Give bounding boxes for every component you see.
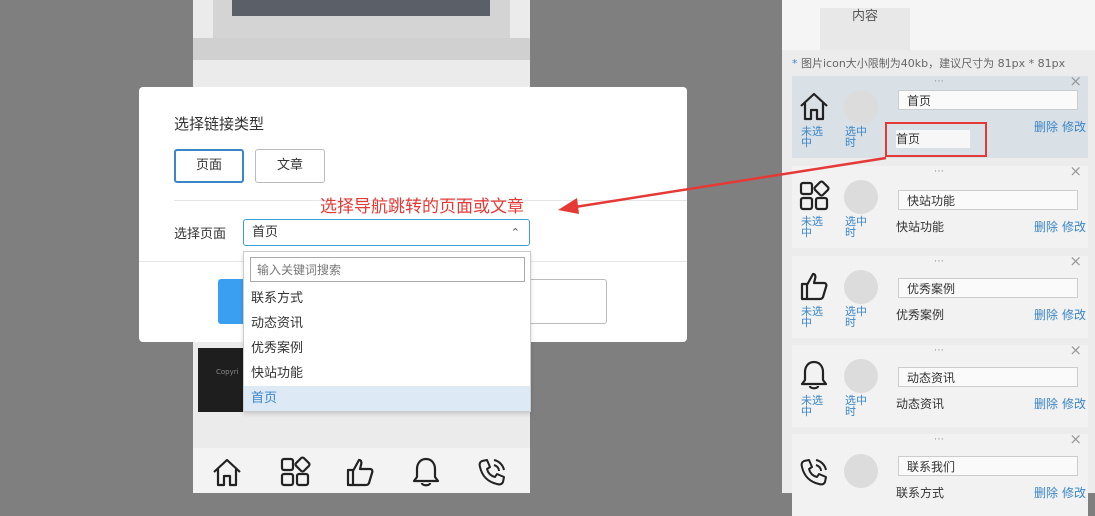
phone-icon (478, 459, 505, 486)
dropdown-option[interactable]: 快站功能 (244, 361, 530, 386)
dropdown-option[interactable]: 动态资讯 (244, 311, 530, 336)
delete-link[interactable]: 删除 (1034, 486, 1058, 500)
close-icon[interactable]: × (1069, 162, 1082, 180)
delete-link[interactable]: 删除 (1034, 120, 1058, 134)
nav-name-input[interactable]: 动态资讯 (898, 367, 1078, 387)
dropdown-option-selected[interactable]: 首页 (244, 386, 530, 411)
unselected-label: 未选中 (801, 305, 823, 329)
edit-link[interactable]: 修改 (1062, 308, 1086, 322)
close-icon[interactable]: × (1069, 430, 1082, 448)
select-page-label: 选择页面 (174, 227, 227, 242)
modal-title: 选择链接类型 (174, 115, 265, 133)
drag-handle[interactable]: ⋯ (934, 166, 945, 177)
edit-link[interactable]: 修改 (1062, 486, 1086, 500)
cancel-button[interactable] (530, 279, 607, 324)
chevron-up-icon: ⌃ (510, 226, 520, 239)
link-target-text: 快站功能 (896, 220, 945, 234)
tab-content[interactable]: 内容 (820, 8, 910, 50)
phone-icon[interactable] (798, 456, 830, 488)
nav-item: ⋯ × 未选中 选中时 优秀案例 优秀案例 删除 修改 (792, 252, 1088, 338)
annotation-text: 选择导航跳转的页面或文章 (320, 197, 524, 217)
preview-divider (193, 38, 530, 60)
page-dropdown: 联系方式 动态资讯 优秀案例 快站功能 首页 (243, 251, 531, 412)
selected-icon-placeholder[interactable] (844, 454, 878, 488)
item-actions: 删除 修改 (1030, 118, 1086, 135)
selected-icon-placeholder[interactable] (844, 359, 878, 393)
edit-link[interactable]: 修改 (1062, 397, 1086, 411)
item-actions: 删除 修改 (1030, 395, 1086, 412)
page-select[interactable]: 首页 ⌃ (243, 219, 530, 246)
item-actions: 删除 修改 (1030, 306, 1086, 323)
thumbs-up-icon (346, 458, 374, 487)
selected-label: 选中时 (845, 305, 867, 329)
annotation-arrow-icon (558, 156, 887, 214)
icon-size-note-text: 图片icon大小限制为40kb，建议尺寸为 81px * 81px (797, 57, 1066, 70)
selected-icon-placeholder[interactable] (844, 90, 878, 124)
home-icon[interactable] (798, 90, 830, 122)
drag-handle[interactable]: ⋯ (934, 345, 945, 356)
bell-icon (412, 457, 440, 487)
nav-name-input[interactable]: 首页 (898, 90, 1078, 110)
panel-tab-bar: 内容 (782, 0, 1095, 50)
dropdown-option[interactable]: 联系方式 (244, 286, 530, 311)
nav-name-input[interactable]: 优秀案例 (898, 278, 1078, 298)
page-select-value: 首页 (252, 225, 279, 240)
preview-image (232, 0, 490, 16)
apps-icon (280, 456, 311, 487)
type-article-button[interactable]: 文章 (255, 149, 325, 183)
link-target-text: 动态资讯 (896, 397, 945, 411)
selected-label: 选中时 (845, 394, 867, 418)
close-icon[interactable]: × (1069, 252, 1082, 270)
preview-footer: Copyri (198, 348, 248, 412)
type-page-button[interactable]: 页面 (174, 149, 244, 183)
close-icon[interactable]: × (1069, 72, 1082, 90)
icon-size-note: * 图片icon大小限制为40kb，建议尺寸为 81px * 81px (792, 55, 1065, 71)
nav-item: ⋯ × 未选中 选中时 动态资讯 动态资讯 删除 修改 (792, 341, 1088, 427)
nav-settings-panel: 内容 * 图片icon大小限制为40kb，建议尺寸为 81px * 81px ⋯… (782, 0, 1095, 516)
footer-copyright-text: Copyri (216, 368, 239, 376)
link-target-text: 优秀案例 (896, 308, 945, 322)
selected-icon-placeholder[interactable] (844, 270, 878, 304)
close-icon[interactable]: × (1069, 341, 1082, 359)
nav-name-input[interactable]: 快站功能 (898, 190, 1078, 210)
unselected-label: 未选中 (801, 394, 823, 418)
thumbs-up-icon[interactable] (798, 270, 830, 302)
delete-link[interactable]: 删除 (1034, 308, 1058, 322)
home-icon (213, 458, 241, 487)
dropdown-search-input[interactable] (250, 257, 525, 282)
edit-link[interactable]: 修改 (1062, 120, 1086, 134)
nav-item: ⋯ × 联系我们 联系方式 删除 修改 (792, 430, 1088, 516)
edit-link[interactable]: 修改 (1062, 220, 1086, 234)
bell-icon[interactable] (798, 359, 830, 391)
drag-handle[interactable]: ⋯ (934, 76, 945, 87)
delete-link[interactable]: 删除 (1034, 220, 1058, 234)
nav-name-input[interactable]: 联系我们 (898, 456, 1078, 476)
highlight-box (885, 122, 987, 157)
dropdown-option[interactable]: 优秀案例 (244, 336, 530, 361)
drag-handle[interactable]: ⋯ (934, 256, 945, 267)
item-actions: 删除 修改 (1030, 218, 1086, 235)
drag-handle[interactable]: ⋯ (934, 434, 945, 445)
preview-card (213, 0, 510, 38)
delete-link[interactable]: 删除 (1034, 397, 1058, 411)
